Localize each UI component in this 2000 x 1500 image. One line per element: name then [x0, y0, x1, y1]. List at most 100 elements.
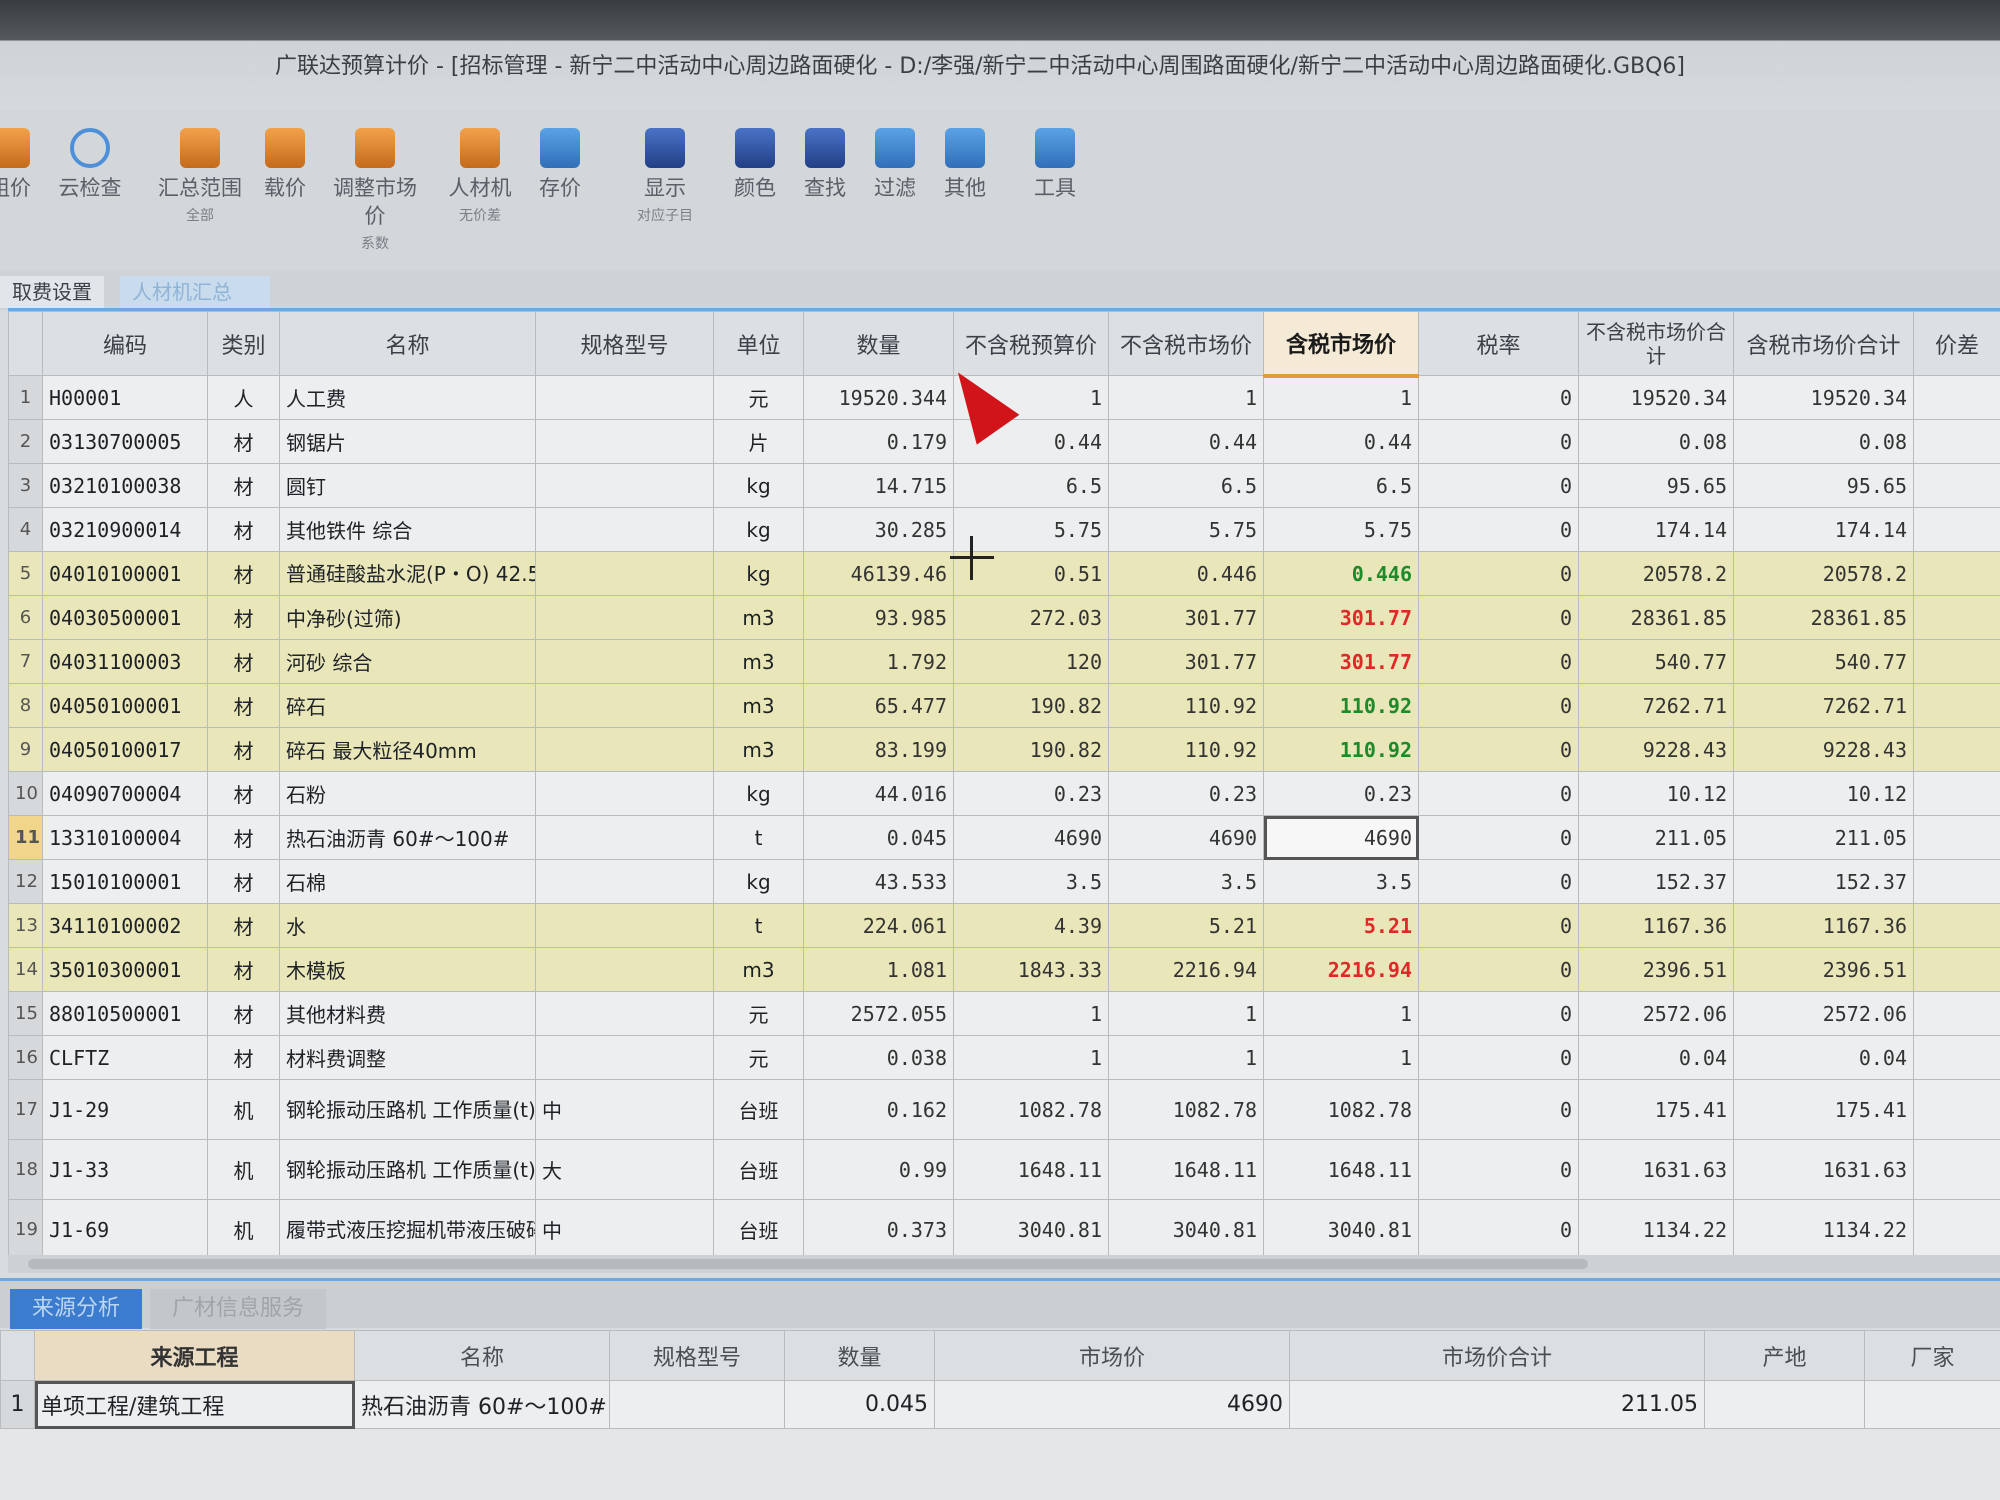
- cell-type[interactable]: 材: [207, 507, 280, 552]
- cell-spec[interactable]: [535, 727, 714, 772]
- cell-tax-rate[interactable]: 0: [1418, 419, 1579, 464]
- bottom-header-name[interactable]: 名称: [354, 1330, 610, 1381]
- cell-qty[interactable]: 1.792: [803, 639, 954, 684]
- cell-market-price[interactable]: 2216.94: [1108, 947, 1264, 992]
- cell-type[interactable]: 材: [207, 419, 280, 464]
- cell-name[interactable]: 其他铁件 综合: [279, 507, 536, 552]
- cell-price-diff[interactable]: [1913, 903, 2000, 948]
- table-row[interactable]: 16 CLFTZ 材材料费调整元 0.038 1 1 1 0 0.04 0.04: [8, 1035, 2000, 1080]
- cell-budget-price[interactable]: 4.39: [953, 903, 1109, 948]
- cell-code[interactable]: 04090700004: [42, 771, 208, 816]
- cell-code[interactable]: 88010500001: [42, 991, 208, 1036]
- cell-qty[interactable]: 46139.46: [803, 551, 954, 596]
- cell-qty[interactable]: 0.045: [803, 815, 954, 860]
- cell-qty[interactable]: 0.179: [803, 419, 954, 464]
- table-row[interactable]: 7 04031100003 材河砂 综合 m3 1.792 120 301.77 301.77…: [8, 639, 2000, 684]
- cell-budget-price[interactable]: 1648.11: [953, 1139, 1109, 1200]
- cell-budget-price[interactable]: 4690: [953, 815, 1109, 860]
- cell-tax-market-total[interactable]: 19520.34: [1733, 375, 1914, 420]
- cell-spec[interactable]: [535, 859, 714, 904]
- cell-qty[interactable]: 1.081: [803, 947, 954, 992]
- cell-qty[interactable]: 93.985: [803, 595, 954, 640]
- source-row-origin[interactable]: [1704, 1380, 1865, 1429]
- cell-price-diff[interactable]: [1913, 375, 2000, 420]
- cell-qty[interactable]: 65.477: [803, 683, 954, 728]
- row-number[interactable]: 14: [8, 947, 43, 992]
- cell-price-diff[interactable]: [1913, 771, 2000, 816]
- cell-type[interactable]: 材: [207, 551, 280, 596]
- cell-market-total[interactable]: 1167.36: [1578, 903, 1734, 948]
- cell-type[interactable]: 材: [207, 859, 280, 904]
- table-row[interactable]: 13 34110100002 材水 t 224.061 4.39 5.21 5.21 0 1167…: [8, 903, 2000, 948]
- cell-name[interactable]: 河砂 综合: [279, 639, 536, 684]
- cell-name[interactable]: 人工费: [279, 375, 536, 420]
- cell-name[interactable]: 石棉: [279, 859, 536, 904]
- cell-name[interactable]: 碎石: [279, 683, 536, 728]
- cell-spec[interactable]: [535, 1035, 714, 1080]
- bottom-header-qty[interactable]: 数量: [784, 1330, 935, 1381]
- cell-tax-market-price[interactable]: 3.5: [1263, 859, 1419, 904]
- cell-name[interactable]: 中净砂(过筛): [279, 595, 536, 640]
- cell-qty[interactable]: 43.533: [803, 859, 954, 904]
- cell-budget-price[interactable]: 0.23: [953, 771, 1109, 816]
- cell-market-price[interactable]: 4690: [1108, 815, 1264, 860]
- cell-code[interactable]: 04050100001: [42, 683, 208, 728]
- cell-price-diff[interactable]: [1913, 507, 2000, 552]
- tab-material-info[interactable]: 广材信息服务: [150, 1289, 327, 1329]
- cell-price-diff[interactable]: [1913, 1139, 2000, 1200]
- cell-price-diff[interactable]: [1913, 639, 2000, 684]
- cell-market-total[interactable]: 175.41: [1578, 1079, 1734, 1140]
- cell-market-total[interactable]: 0.08: [1578, 419, 1734, 464]
- cell-market-total[interactable]: 211.05: [1578, 815, 1734, 860]
- cell-unit[interactable]: 片: [713, 419, 804, 464]
- row-number[interactable]: 10: [8, 771, 43, 816]
- cell-tax-market-price[interactable]: 1: [1263, 1035, 1419, 1080]
- cell-tax-market-price[interactable]: 110.92: [1263, 683, 1419, 728]
- cell-tax-rate[interactable]: 0: [1418, 727, 1579, 772]
- cell-budget-price[interactable]: 3040.81: [953, 1199, 1109, 1260]
- header-tax-market-total[interactable]: 含税市场价合计: [1733, 311, 1914, 376]
- cell-unit[interactable]: t: [713, 903, 804, 948]
- cell-market-total[interactable]: 7262.71: [1578, 683, 1734, 728]
- table-row[interactable]: 4 03210900014 材其他铁件 综合 kg 30.285 5.75 5.75 5.75…: [8, 507, 2000, 552]
- table-row[interactable]: 17 J1-29 机钢轮振动压路机 工作质量(t) 8 中台班 0.162 1082.78…: [8, 1079, 2000, 1140]
- cell-unit[interactable]: m3: [713, 727, 804, 772]
- cell-spec[interactable]: [535, 419, 714, 464]
- cell-tax-rate[interactable]: 0: [1418, 551, 1579, 596]
- cell-name[interactable]: 普通硅酸盐水泥(P・O) 42.5级: [279, 551, 536, 596]
- cell-tax-market-total[interactable]: 9228.43: [1733, 727, 1914, 772]
- table-row[interactable]: 2 03130700005 材钢锯片片 0.179 0.44 0.44 0.44 0 0.08 0…: [8, 419, 2000, 464]
- cell-tax-market-total[interactable]: 174.14: [1733, 507, 1914, 552]
- cell-type[interactable]: 材: [207, 639, 280, 684]
- table-row[interactable]: 18J1-33机钢轮振动压路机 工作质量(t) 15大台班0.991648.11…: [8, 1139, 2000, 1200]
- source-row-price[interactable]: 4690: [934, 1380, 1290, 1429]
- row-number[interactable]: 9: [8, 727, 43, 772]
- header-spec[interactable]: 规格型号: [535, 311, 714, 376]
- cell-spec[interactable]: [535, 903, 714, 948]
- cell-type[interactable]: 材: [207, 815, 280, 860]
- cell-unit[interactable]: 台班: [713, 1139, 804, 1200]
- cell-tax-market-total[interactable]: 152.37: [1733, 859, 1914, 904]
- cell-tax-market-total[interactable]: 10.12: [1733, 771, 1914, 816]
- cell-tax-market-price[interactable]: 3040.81: [1263, 1199, 1419, 1260]
- cell-market-price[interactable]: 5.21: [1108, 903, 1264, 948]
- cell-market-total[interactable]: 1631.63: [1578, 1139, 1734, 1200]
- cell-unit[interactable]: m3: [713, 683, 804, 728]
- cell-price-diff[interactable]: [1913, 463, 2000, 508]
- header-market-price[interactable]: 不含税市场价: [1108, 311, 1264, 376]
- table-row[interactable]: 5 04010100001 材普通硅酸盐水泥(P・O) 42.5级 kg 46139.4…: [8, 551, 2000, 596]
- cell-tax-market-total[interactable]: 7262.71: [1733, 683, 1914, 728]
- cell-tax-market-price[interactable]: 6.5: [1263, 463, 1419, 508]
- cell-tax-market-total[interactable]: 28361.85: [1733, 595, 1914, 640]
- row-number[interactable]: 19: [8, 1199, 43, 1260]
- cell-market-price[interactable]: 0.23: [1108, 771, 1264, 816]
- cell-tax-market-total[interactable]: 1631.63: [1733, 1139, 1914, 1200]
- cell-tax-rate[interactable]: 0: [1418, 683, 1579, 728]
- cell-tax-market-price[interactable]: 5.21: [1263, 903, 1419, 948]
- toolbar-cloud-check-button[interactable]: 云检查: [40, 128, 140, 202]
- source-row[interactable]: 1 单项工程/建筑工程 热石油沥青 60#～100# 0.045 4690 21…: [0, 1380, 2000, 1429]
- cell-type[interactable]: 材: [207, 727, 280, 772]
- cell-spec[interactable]: 大: [535, 1139, 714, 1200]
- cell-tax-market-price[interactable]: 1648.11: [1263, 1139, 1419, 1200]
- cell-code[interactable]: H00001: [42, 375, 208, 420]
